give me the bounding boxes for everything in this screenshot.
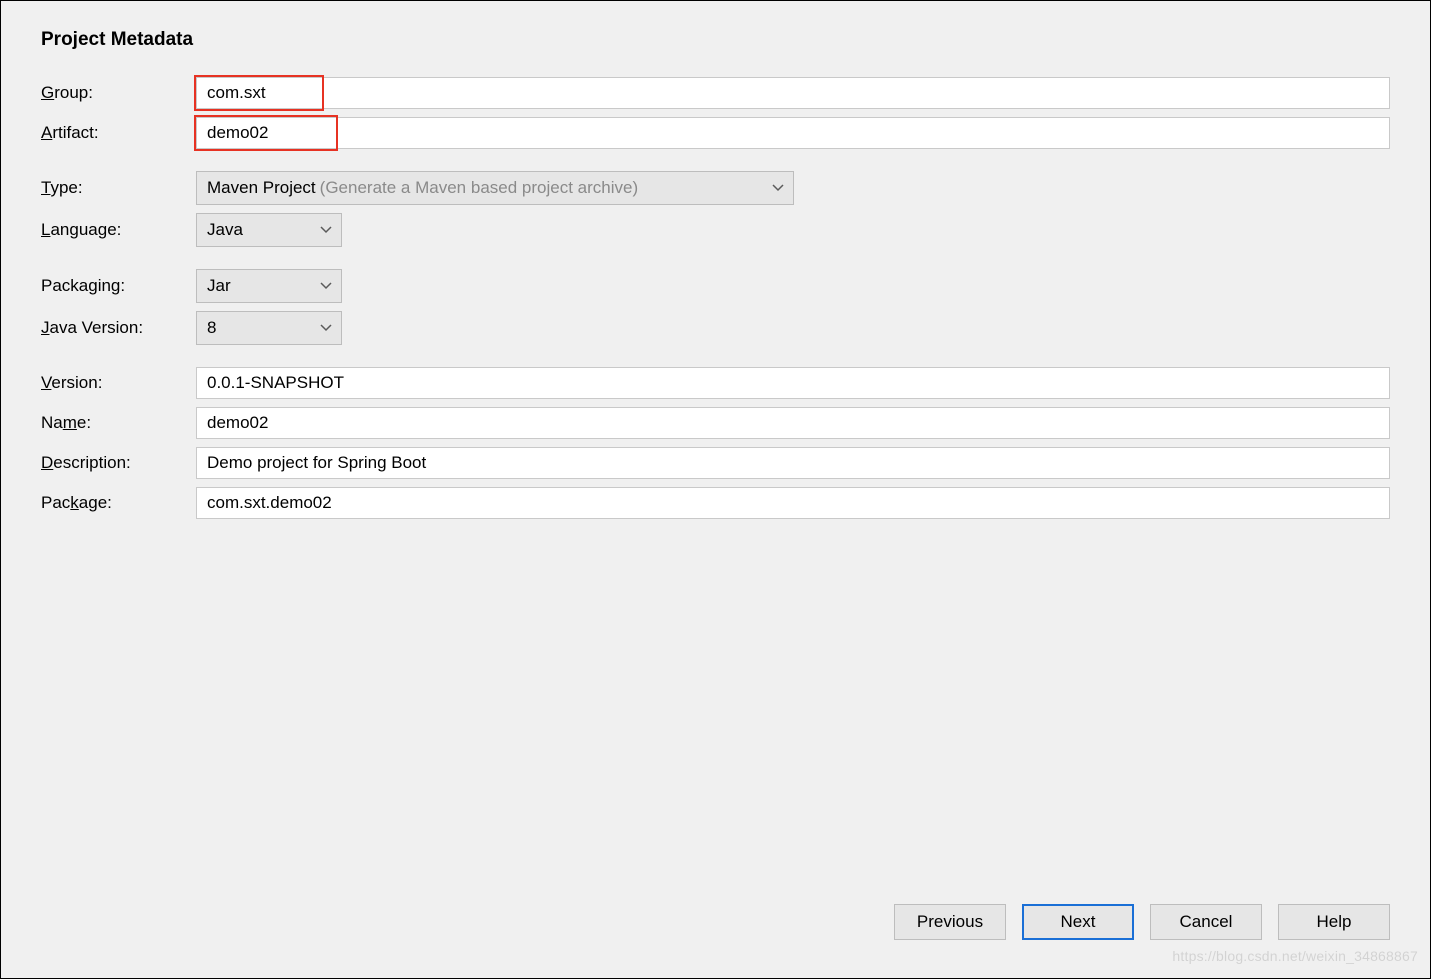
packaging-value: Jar — [207, 276, 231, 296]
button-bar: Previous Next Cancel Help — [1, 904, 1430, 978]
language-select[interactable]: Java — [196, 213, 342, 247]
form-grid: Group: Artifact: Type: — [41, 73, 1390, 523]
description-input[interactable] — [196, 447, 1390, 479]
java-version-value: 8 — [207, 318, 216, 338]
artifact-label: Artifact: — [41, 115, 196, 151]
chevron-down-icon — [319, 321, 333, 335]
project-metadata-dialog: Project Metadata Group: Artifact: Ty — [0, 0, 1431, 979]
package-label: Package: — [41, 485, 196, 521]
cancel-button[interactable]: Cancel — [1150, 904, 1262, 940]
language-label: Language: — [41, 212, 196, 248]
previous-button[interactable]: Previous — [894, 904, 1006, 940]
packaging-select[interactable]: Jar — [196, 269, 342, 303]
description-label: Description: — [41, 445, 196, 481]
java-version-label: Java Version: — [41, 310, 196, 346]
dialog-content: Project Metadata Group: Artifact: Ty — [1, 1, 1430, 904]
chevron-down-icon — [771, 181, 785, 195]
section-heading: Project Metadata — [41, 29, 1390, 51]
chevron-down-icon — [319, 279, 333, 293]
group-input[interactable] — [196, 77, 1390, 109]
language-value: Java — [207, 220, 243, 240]
name-label: Name: — [41, 405, 196, 441]
packaging-label: Packaging: — [41, 268, 196, 304]
type-label: Type: — [41, 170, 196, 206]
type-hint: (Generate a Maven based project archive) — [320, 178, 638, 198]
version-label: Version: — [41, 365, 196, 401]
group-label: Group: — [41, 75, 196, 111]
chevron-down-icon — [319, 223, 333, 237]
version-input[interactable] — [196, 367, 1390, 399]
artifact-input[interactable] — [196, 117, 1390, 149]
type-select[interactable]: Maven Project (Generate a Maven based pr… — [196, 171, 794, 205]
java-version-select[interactable]: 8 — [196, 311, 342, 345]
name-input[interactable] — [196, 407, 1390, 439]
type-value: Maven Project — [207, 178, 316, 198]
next-button[interactable]: Next — [1022, 904, 1134, 940]
package-input[interactable] — [196, 487, 1390, 519]
help-button[interactable]: Help — [1278, 904, 1390, 940]
